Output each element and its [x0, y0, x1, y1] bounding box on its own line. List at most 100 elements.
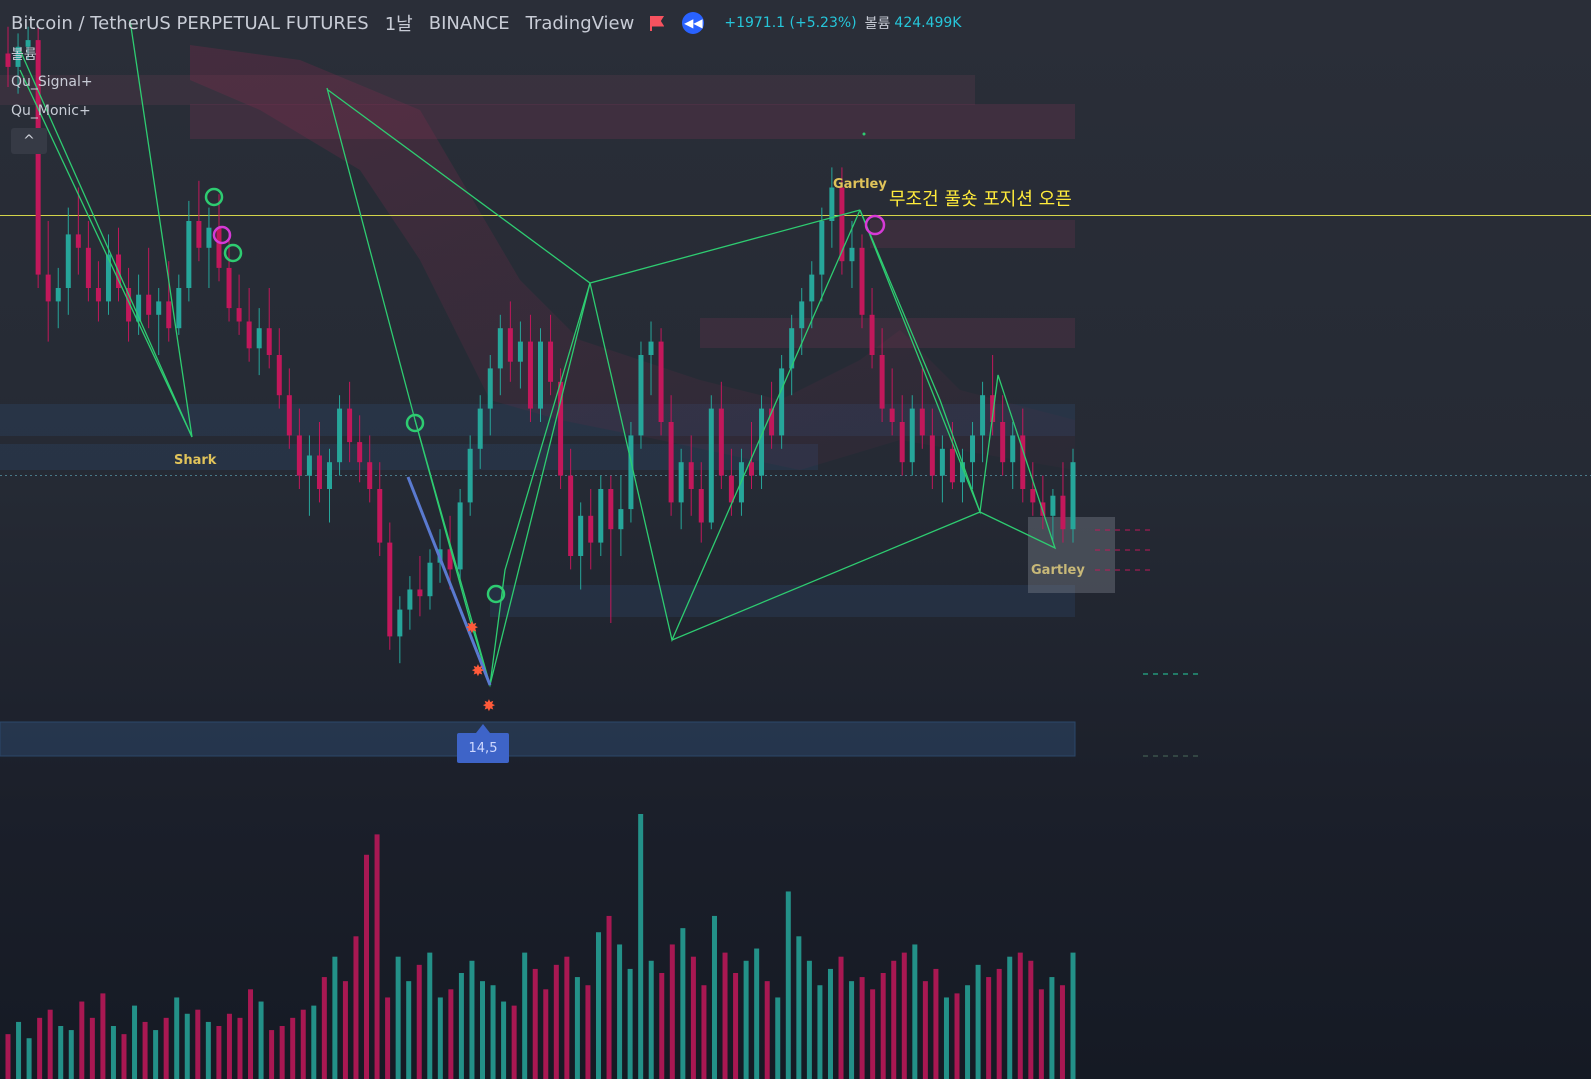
candle-body	[658, 341, 664, 422]
annotation-text: 무조건 풀숏 포지션 오픈	[889, 189, 1072, 210]
volume-bar	[954, 993, 960, 1079]
volume-bar	[912, 944, 918, 1079]
volume-bar	[480, 981, 486, 1079]
gartley-label-right: Gartley	[1031, 563, 1085, 578]
supply-zone	[870, 220, 1075, 248]
volume-bar	[1017, 952, 1023, 1079]
volume-bar	[1049, 977, 1055, 1079]
flag-icon[interactable]	[650, 15, 664, 31]
candle-body	[467, 448, 473, 503]
volume-bar	[37, 1017, 43, 1079]
candle-body	[427, 562, 433, 597]
candle-body	[417, 589, 423, 597]
candle-body	[166, 301, 172, 329]
candle-body	[276, 355, 282, 396]
candle-body	[728, 475, 734, 503]
candle-body	[156, 301, 162, 315]
indicator-qu-monic[interactable]: Qu_Monic+	[11, 103, 91, 119]
candle-body	[337, 408, 343, 463]
volume-bar	[1059, 985, 1065, 1079]
candle-body	[5, 53, 11, 67]
volume-bar	[922, 981, 928, 1079]
demand-zone	[490, 585, 1075, 617]
candle-body	[1050, 495, 1056, 516]
volume-bar	[627, 968, 633, 1079]
symbol-title[interactable]: Bitcoin / TetherUS PERPETUAL FUTURES	[11, 13, 369, 34]
candle-body	[176, 288, 182, 329]
price-chart[interactable]: ✸ ✸ ✸	[0, 0, 1591, 1079]
green-circle-marker	[223, 243, 243, 263]
candle-body	[668, 422, 674, 503]
volume-bar	[532, 968, 538, 1079]
explosion-icon: ✸	[482, 696, 495, 715]
candle-body	[216, 227, 222, 268]
volume-bar	[469, 960, 475, 1079]
volume-bar	[279, 1026, 285, 1079]
volume-bar	[733, 973, 739, 1079]
volume-bar	[870, 989, 876, 1079]
replay-icon[interactable]: ◀◀	[682, 12, 705, 34]
zones-layer	[0, 45, 1115, 757]
volume-bar	[184, 1013, 190, 1079]
candle-body	[899, 422, 905, 463]
candle-body	[75, 234, 81, 248]
volume-bar	[458, 973, 464, 1079]
volume-bar	[638, 814, 644, 1079]
shark-label: Shark	[174, 453, 217, 468]
candle-body	[859, 247, 865, 315]
green-circle-marker	[204, 187, 224, 207]
volume-bar	[121, 1034, 127, 1079]
collapse-indicators-button[interactable]: ^	[11, 128, 47, 154]
candle-body	[939, 448, 945, 476]
volume-bar	[849, 981, 855, 1079]
volume-bar	[1038, 989, 1044, 1079]
candle-body	[929, 435, 935, 476]
volume-bar	[543, 989, 549, 1079]
volume-bar	[364, 854, 370, 1079]
volume-bar	[195, 1009, 201, 1079]
candle-body	[347, 408, 353, 443]
candle-body	[949, 448, 955, 483]
volume-layer	[5, 814, 1076, 1079]
interval-label[interactable]: 1날	[385, 10, 413, 36]
candle-body	[1010, 435, 1016, 463]
volume-bar	[522, 952, 528, 1079]
candle-body	[980, 395, 986, 436]
candle-body	[799, 301, 805, 329]
candle-body	[548, 341, 554, 382]
volume-bar	[701, 985, 707, 1079]
candle-body	[970, 435, 976, 463]
candle-body	[1070, 462, 1076, 530]
gartley-label-top: Gartley	[833, 177, 887, 192]
volume-bar	[585, 985, 591, 1079]
candle-body	[1060, 495, 1066, 530]
indicator-qu-signal[interactable]: Qu_Signal+	[11, 74, 93, 90]
volume-bar	[385, 997, 391, 1079]
candle-body	[206, 227, 212, 248]
candle-body	[1000, 422, 1006, 463]
candle-body	[748, 462, 754, 476]
candle-body	[266, 328, 272, 355]
volume-bar	[690, 956, 696, 1079]
volume-bar	[248, 989, 254, 1079]
volume-bar	[743, 960, 749, 1079]
volume-bar	[564, 956, 570, 1079]
candle-body	[809, 274, 815, 302]
volume-bar	[353, 936, 359, 1079]
volume-bar	[321, 977, 327, 1079]
candle-body	[678, 462, 684, 503]
candle-body	[869, 314, 875, 355]
volume-bar	[100, 993, 106, 1079]
explosion-markers: ✸ ✸ ✸	[465, 618, 495, 715]
candle-body	[256, 328, 262, 349]
candle-body	[568, 475, 574, 556]
volume-bar	[258, 1001, 264, 1079]
volume-bar	[89, 1017, 95, 1079]
candle-body	[648, 341, 654, 355]
indicator-volume[interactable]: 볼륨	[11, 44, 37, 64]
volume-bar	[785, 891, 791, 1079]
volume-bar	[1028, 960, 1034, 1079]
candle-body	[578, 515, 584, 556]
demand-zone	[0, 444, 818, 470]
volume-bar	[817, 985, 823, 1079]
